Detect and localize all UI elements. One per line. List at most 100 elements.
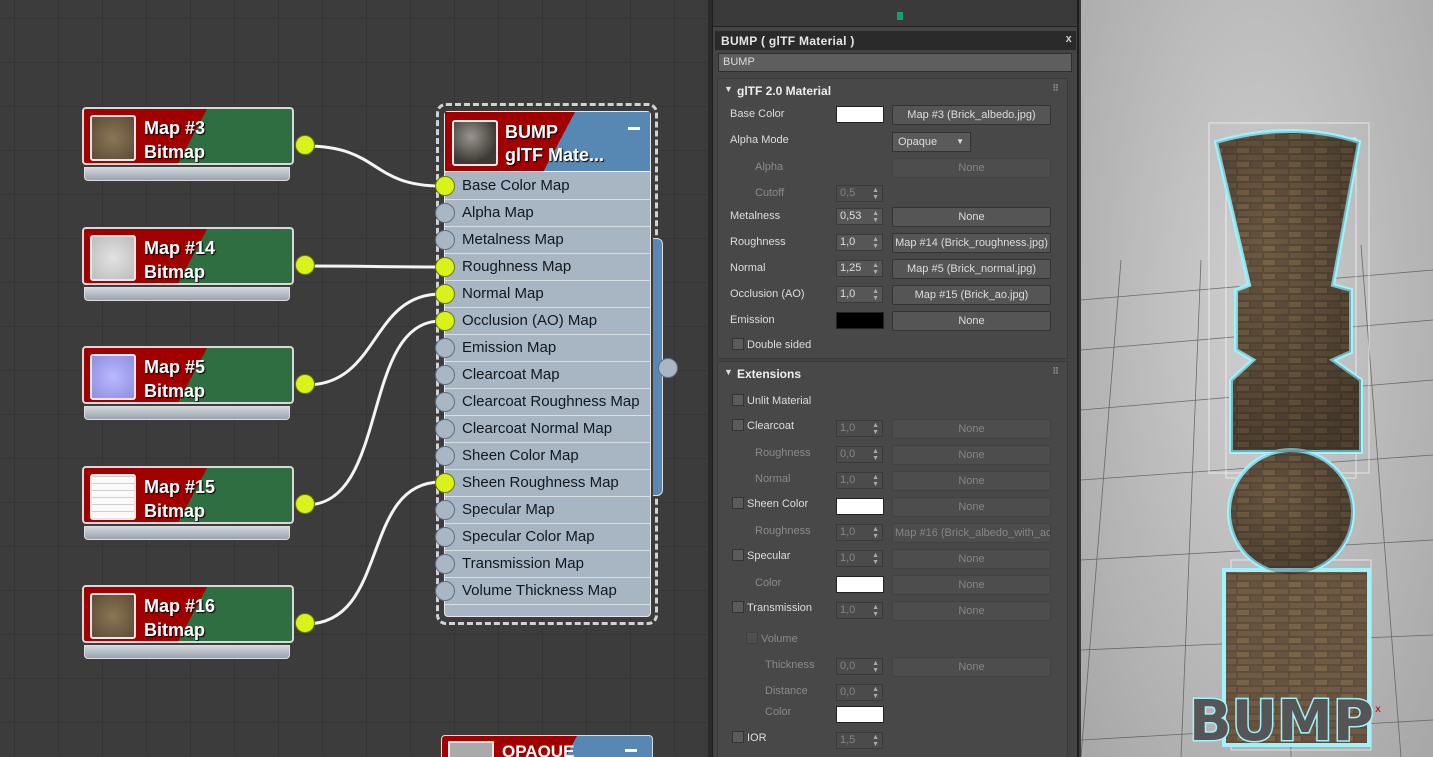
material-slot[interactable]: Clearcoat Normal Map [445, 416, 650, 443]
rollout-header-gltf[interactable]: ▼ glTF 2.0 Material ⠿ [720, 81, 1065, 100]
collapse-button[interactable] [625, 749, 637, 752]
node-graph-canvas[interactable]: Map #3 Bitmap Map #14 Bitmap Map #5 Bitm… [0, 0, 712, 757]
alpha-map-button[interactable]: None [892, 158, 1051, 178]
output-socket[interactable] [295, 255, 315, 275]
spinner-arrows-icon[interactable]: ▲ ▼ [872, 448, 879, 462]
grip-icon[interactable]: ⠿ [1052, 83, 1059, 94]
roughness-map-button[interactable]: Map #14 (Brick_roughness.jpg) [892, 233, 1051, 253]
clearcoat-roughness-map-button[interactable]: None [892, 445, 1051, 465]
clearcoat-normal-spinner[interactable]: 1,0 ▲ ▼ [836, 472, 883, 489]
spinner-arrows-icon[interactable]: ▲ ▼ [872, 187, 879, 201]
specular-color-map-button[interactable]: None [892, 575, 1051, 595]
spinner-arrows-icon[interactable]: ▲ ▼ [872, 210, 879, 224]
bitmap-node-map16[interactable]: Map #16 Bitmap [82, 585, 315, 663]
spinner-arrows-icon[interactable]: ▲ ▼ [872, 526, 879, 540]
volume-checkbox[interactable] [746, 632, 758, 644]
spinner-arrows-icon[interactable]: ▲ ▼ [872, 236, 879, 250]
material-slot[interactable]: Base Color Map [445, 173, 650, 200]
clearcoat-map-button[interactable]: None [892, 419, 1051, 439]
output-socket[interactable] [295, 135, 315, 155]
clearcoat-normal-map-button[interactable]: None [892, 471, 1051, 491]
transmission-checkbox[interactable] [732, 601, 744, 613]
input-socket[interactable] [435, 554, 455, 574]
sheen-color-swatch[interactable] [836, 498, 884, 515]
spinner-arrows-icon[interactable]: ▲ ▼ [872, 262, 879, 276]
ior-checkbox[interactable] [732, 731, 744, 743]
unlit-checkbox[interactable] [732, 394, 744, 406]
bitmap-node-map15[interactable]: Map #15 Bitmap [82, 466, 315, 544]
input-socket-connected[interactable] [435, 311, 455, 331]
input-socket[interactable] [435, 500, 455, 520]
input-socket[interactable] [435, 419, 455, 439]
node-header[interactable]: Map #15 Bitmap [82, 466, 294, 524]
emission-swatch[interactable] [836, 312, 884, 329]
ior-spinner[interactable]: 1,5 ▲ ▼ [836, 732, 883, 749]
material-slot[interactable]: Sheen Roughness Map [445, 470, 650, 497]
material-slot[interactable]: Normal Map [445, 281, 650, 308]
double-sided-checkbox[interactable] [732, 338, 744, 350]
spinner-arrows-icon[interactable]: ▲ ▼ [872, 604, 879, 618]
material-slot[interactable]: Specular Color Map [445, 524, 650, 551]
alpha-mode-dropdown[interactable]: Opaque ▼ [892, 132, 971, 152]
bitmap-node-map3[interactable]: Map #3 Bitmap [82, 107, 315, 185]
input-socket[interactable] [435, 203, 455, 223]
material-slot[interactable]: Alpha Map [445, 200, 650, 227]
specular-map-button[interactable]: None [892, 549, 1051, 569]
collapse-button[interactable] [628, 127, 640, 130]
output-socket[interactable] [295, 374, 315, 394]
transmission-map-button[interactable]: None [892, 601, 1051, 621]
transmission-spinner[interactable]: 1,0 ▲ ▼ [836, 602, 883, 619]
input-socket[interactable] [435, 365, 455, 385]
input-socket-connected[interactable] [435, 284, 455, 304]
specular-checkbox[interactable] [732, 549, 744, 561]
input-socket[interactable] [435, 581, 455, 601]
spinner-arrows-icon[interactable]: ▲ ▼ [872, 288, 879, 302]
spinner-arrows-icon[interactable]: ▲ ▼ [872, 686, 879, 700]
metalness-map-button[interactable]: None [892, 207, 1051, 227]
material-slot[interactable]: Volume Thickness Map [445, 578, 650, 605]
material-name-field[interactable]: BUMP [718, 53, 1072, 72]
spinner-arrows-icon[interactable]: ▲ ▼ [872, 734, 879, 748]
material-slot[interactable]: Transmission Map [445, 551, 650, 578]
material-slot[interactable]: Clearcoat Map [445, 362, 650, 389]
specular-color-swatch[interactable] [836, 576, 884, 593]
occlusion-spinner[interactable]: 1,0 ▲ ▼ [836, 286, 883, 303]
input-socket-connected[interactable] [435, 473, 455, 493]
thickness-map-button[interactable]: None [892, 657, 1051, 677]
emission-map-button[interactable]: None [892, 311, 1051, 331]
metalness-spinner[interactable]: 0,53 ▲ ▼ [836, 208, 883, 225]
base-color-swatch[interactable] [836, 106, 884, 123]
normal-spinner[interactable]: 1,25 ▲ ▼ [836, 260, 883, 277]
material-node-opaque[interactable]: OPAQUE [441, 735, 653, 757]
rollout-header-extensions[interactable]: ▼ Extensions ⠿ [720, 364, 1065, 383]
node-header[interactable]: Map #5 Bitmap [82, 346, 294, 404]
input-socket-connected[interactable] [435, 257, 455, 277]
material-slot[interactable]: Occlusion (AO) Map [445, 308, 650, 335]
base-color-map-button[interactable]: Map #3 (Brick_albedo.jpg) [892, 105, 1051, 125]
spinner-arrows-icon[interactable]: ▲ ▼ [872, 422, 879, 436]
sheen-roughness-spinner[interactable]: 1,0 ▲ ▼ [836, 524, 883, 541]
material-slot[interactable]: Specular Map [445, 497, 650, 524]
specular-spinner[interactable]: 1,0 ▲ ▼ [836, 550, 883, 567]
node-header[interactable]: Map #3 Bitmap [82, 107, 294, 165]
input-socket[interactable] [435, 338, 455, 358]
material-slot[interactable]: Clearcoat Roughness Map [445, 389, 650, 416]
close-icon[interactable]: x [1066, 33, 1072, 45]
material-slot[interactable]: Sheen Color Map [445, 443, 650, 470]
normal-map-button[interactable]: Map #5 (Brick_normal.jpg) [892, 259, 1051, 279]
grip-icon[interactable]: ⠿ [1052, 366, 1059, 377]
material-slot[interactable]: Roughness Map [445, 254, 650, 281]
clearcoat-checkbox[interactable] [732, 419, 744, 431]
input-socket[interactable] [435, 446, 455, 466]
output-socket[interactable] [295, 494, 315, 514]
roughness-spinner[interactable]: 1,0 ▲ ▼ [836, 234, 883, 251]
material-output-socket[interactable] [658, 358, 678, 378]
node-header[interactable]: Map #16 Bitmap [82, 585, 294, 643]
clearcoat-roughness-spinner[interactable]: 0,0 ▲ ▼ [836, 446, 883, 463]
sheen-roughness-map-button[interactable]: Map #16 (Brick_albedo_with_ao... [892, 523, 1051, 543]
output-socket[interactable] [295, 613, 315, 633]
sheen-color-map-button[interactable]: None [892, 497, 1051, 517]
cutoff-spinner[interactable]: 0,5 ▲ ▼ [836, 185, 883, 202]
spinner-arrows-icon[interactable]: ▲ ▼ [872, 552, 879, 566]
input-socket[interactable] [435, 230, 455, 250]
